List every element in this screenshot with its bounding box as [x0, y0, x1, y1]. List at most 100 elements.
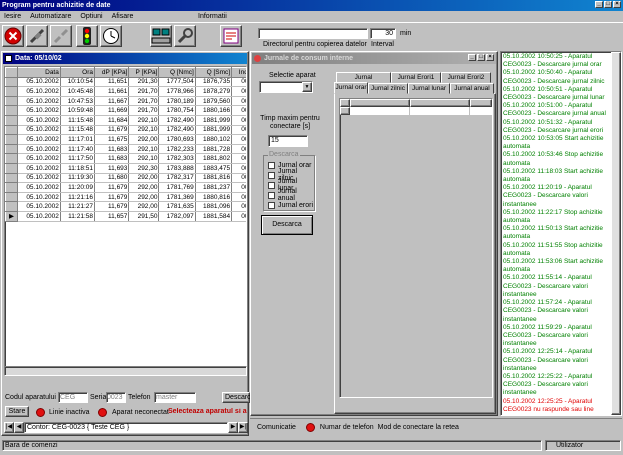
jurnale-close-button[interactable]: × — [486, 54, 494, 61]
app-title: Program pentru achizitie de date — [2, 2, 111, 9]
comm-status-led-icon — [305, 423, 315, 432]
nav-next-button[interactable]: ▶ — [228, 422, 238, 433]
table-cell: 000033 — [231, 105, 246, 116]
jurnale-maximize-button[interactable]: □ — [477, 54, 485, 61]
record-navigator: |◀ ◀ Contor: CEG-0023 { Teste CEG } ▶ ▶| — [4, 422, 248, 433]
table-row[interactable]: 05.10.2002 10:47:53 11,667 291,70 1780,189 18… — [5, 95, 246, 107]
info-button[interactable] — [220, 25, 242, 47]
cod-input[interactable]: CEG — [58, 392, 88, 403]
stop-icon — [4, 27, 22, 45]
nav-last-button[interactable]: ▶| — [238, 422, 248, 433]
table-cell: 1780,189 — [158, 96, 196, 107]
device-status: Aparat neconectat — [112, 409, 169, 416]
table-row[interactable]: 05.10.2002 11:20:09 11,679 292,00 1781,769 18… — [5, 182, 246, 193]
menu-automatizare[interactable]: Automatizare — [30, 13, 71, 22]
table-row[interactable]: 05.10.2002 11:17:50 11,683 292,10 1782,303 18… — [5, 153, 246, 164]
table-cell: 1781,769 — [158, 182, 196, 193]
log-vscroll[interactable] — [611, 52, 621, 415]
stare-tab[interactable]: Stare — [5, 406, 29, 417]
connect-button[interactable] — [26, 25, 48, 47]
table-cell: 000033 — [231, 201, 246, 212]
data-window-icon — [5, 55, 12, 62]
table-row[interactable]: 05.10.2002 11:21:27 11,679 292,00 1781,635 18… — [5, 201, 246, 212]
table-row[interactable]: 05.10.2002 10:59:48 11,669 291,70 1780,754 18… — [5, 105, 246, 116]
jurnale-window-icon — [254, 55, 261, 62]
table-row[interactable]: 05.10.2002 11:19:30 11,680 292,00 1782,317 18… — [5, 172, 246, 184]
column-header[interactable]: Data — [17, 67, 61, 78]
tab-jurnal[interactable]: Jurnal Erori2 — [441, 72, 491, 83]
maximize-button[interactable]: □ — [604, 1, 612, 8]
seria-input[interactable]: 0023 — [106, 392, 126, 403]
network-button[interactable] — [150, 25, 172, 47]
tab-jurnal[interactable]: Jurnal zilnic — [368, 83, 408, 94]
disconnect-button[interactable] — [50, 25, 72, 47]
exit-button[interactable] — [2, 25, 24, 47]
jurnale-window: Jurnale de consum interne _ □ × Selectie… — [250, 51, 498, 416]
jurnale-minimize-button[interactable]: _ — [468, 54, 476, 61]
copy-directory-input[interactable] — [258, 28, 368, 39]
timp-input[interactable]: 15 — [268, 135, 308, 147]
status-left: Bara de comenzi — [2, 440, 542, 451]
column-header[interactable]: Ora — [59, 67, 96, 78]
data-descarca-button[interactable]: Descarca — [222, 392, 255, 403]
table-row[interactable]: 05.10.2002 11:18:51 11,693 292,30 1783,888 18… — [5, 162, 246, 174]
jurnale-descarca-button[interactable]: Descarca — [261, 215, 313, 235]
start-automation-button[interactable] — [76, 25, 98, 47]
checkbox-box[interactable] — [268, 201, 275, 209]
table-row[interactable]: 05.10.2002 10:10:54 11,651 291,30 1777,504 18… — [5, 76, 246, 88]
table-row[interactable]: ▶ 05.10.2002 11:21:58 11,657 291,50 1782,097 1… — [5, 210, 246, 222]
document-icon — [223, 28, 239, 44]
timer-button[interactable] — [100, 25, 122, 47]
column-header[interactable]: P [KPa] — [128, 67, 160, 78]
checkbox-jurnal[interactable]: Jurnal anual — [268, 188, 314, 202]
nav-prev-button[interactable]: ◀ — [14, 422, 24, 433]
column-header[interactable]: dP [KPa] — [93, 67, 130, 78]
table-row[interactable]: 05.10.2002 11:15:48 11,679 292,10 1782,490 18… — [5, 124, 246, 136]
table-row[interactable]: 05.10.2002 10:45:48 11,661 291,70 1778,966 18… — [5, 86, 246, 97]
row-indicator — [5, 191, 18, 203]
table-row[interactable]: 05.10.2002 11:15:48 11,684 292,10 1782,490 18… — [5, 114, 246, 126]
tab-jurnal[interactable]: Jurnal lunar — [408, 83, 450, 94]
data-hscroll[interactable] — [4, 366, 247, 376]
table-row[interactable]: 05.10.2002 11:17:40 11,683 292,10 1782,233 18… — [5, 143, 246, 155]
table-cell: 1781,635 — [158, 201, 196, 212]
tab-jurnal[interactable]: Jurnal Erori1 — [391, 72, 441, 83]
selectie-dropdown[interactable]: ▼ — [259, 81, 313, 93]
nav-first-button[interactable]: |◀ — [4, 422, 14, 433]
chevron-down-icon[interactable]: ▼ — [302, 82, 312, 92]
table-cell: 11,661 — [94, 86, 130, 97]
checkbox-box[interactable] — [268, 191, 275, 199]
descarca-group: Descarca Jurnal orar Jurnal zilnic Jurnal … — [263, 151, 315, 211]
checkbox-jurnal[interactable]: Jurnal erori — [268, 200, 314, 210]
table-cell: 11,675 — [94, 134, 130, 145]
column-header[interactable]: Q [Smc] — [194, 67, 233, 78]
interval-input[interactable]: 30 — [370, 28, 396, 39]
table-cell: 291,30 — [128, 77, 160, 88]
computers-icon — [151, 28, 171, 44]
table-row[interactable]: 05.10.2002 11:21:16 11,679 292,00 1781,369 18… — [5, 191, 246, 203]
checkbox-label: Jurnal anual — [277, 188, 297, 202]
table-row[interactable]: 05.10.2002 11:17:01 11,675 292,00 1780,693 18… — [5, 134, 246, 145]
menu-afisare[interactable]: Afisare — [112, 13, 134, 22]
checkbox-box[interactable] — [268, 171, 275, 179]
telefon-input[interactable]: master — [154, 392, 196, 403]
table-cell: 292,00 — [128, 134, 160, 145]
tab-jurnal[interactable]: Jurnal anual — [450, 83, 494, 94]
settings-button[interactable] — [174, 25, 196, 47]
data-table: DataOradP [KPa]P [KPa]Q [Nmc]Q [Smc]Inde… — [5, 67, 246, 222]
menu-optiuni[interactable]: Optiuni — [80, 13, 102, 22]
table-cell: 1880,166 — [195, 105, 233, 116]
row-indicator — [5, 172, 18, 184]
menu-iesire[interactable]: Iesire — [4, 13, 21, 22]
checkbox-box[interactable] — [268, 181, 275, 189]
checkbox-box[interactable] — [268, 161, 275, 169]
minimize-button[interactable]: _ — [595, 1, 603, 8]
close-button[interactable]: × — [613, 1, 621, 8]
column-header[interactable]: Q [Nmc] — [158, 67, 196, 78]
menu-bar: Iesire Automatizare Optiuni Afisare — [4, 13, 142, 22]
table-cell: 11,684 — [94, 115, 130, 126]
log-entry: 05.10.2002 11:59:29 - Aparatul CEG0023 -… — [503, 323, 592, 348]
log-entry: 05.10.2002 11:22:17 Stop achizitie autom… — [503, 208, 603, 225]
column-header[interactable]: Index [N — [231, 67, 246, 78]
tab-jurnal[interactable]: Jurnal orar — [334, 82, 368, 94]
